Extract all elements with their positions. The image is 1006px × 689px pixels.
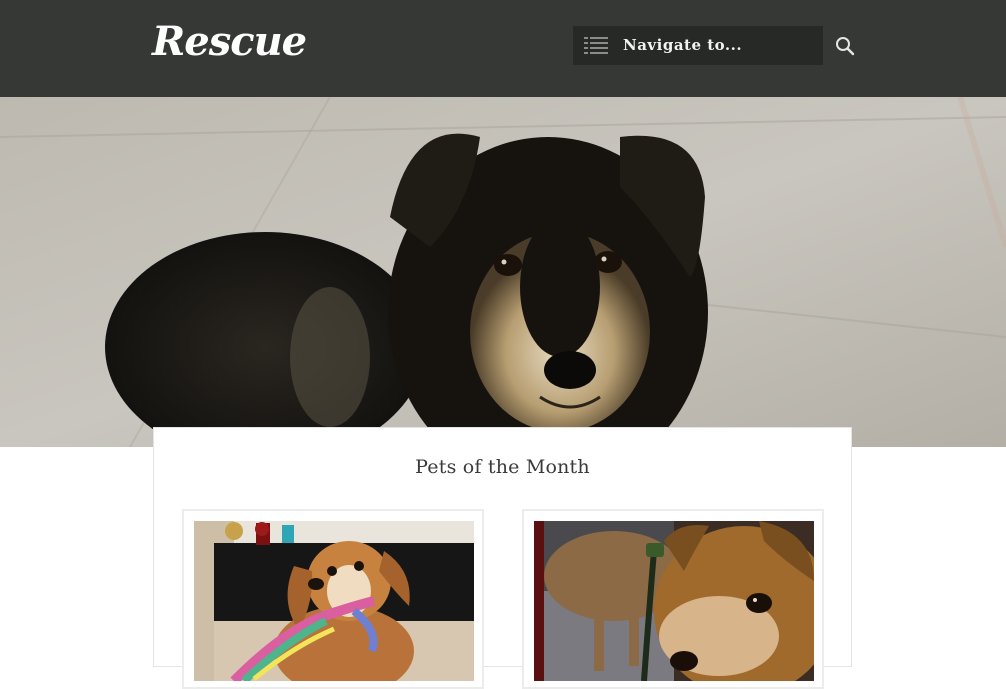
site-header: Rescue Navigate to... (0, 0, 1006, 97)
hero-image (0, 97, 1006, 447)
chihuahua-photo (534, 521, 814, 681)
pet-card[interactable] (182, 509, 484, 689)
pets-of-month-section: Pets of the Month (153, 427, 852, 689)
section-title: Pets of the Month (415, 456, 590, 478)
search-icon[interactable] (834, 35, 856, 57)
list-menu-icon (584, 37, 608, 54)
navigate-dropdown[interactable]: Navigate to... (573, 26, 823, 65)
dog-with-rope-toy-photo (194, 521, 474, 681)
navigate-label: Navigate to... (623, 36, 743, 54)
pet-card[interactable] (522, 509, 824, 689)
site-logo[interactable]: Rescue (152, 18, 307, 65)
puppy-photo (0, 97, 1006, 447)
